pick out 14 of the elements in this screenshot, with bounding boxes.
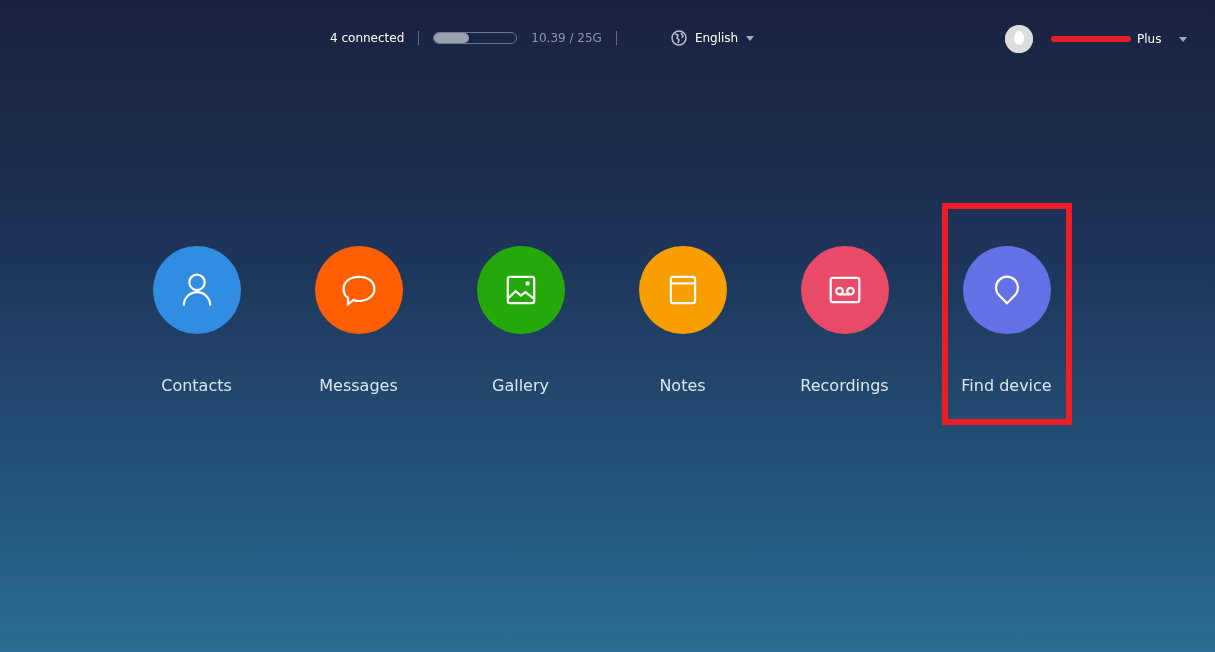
app-label[interactable]: Contacts [161,376,232,395]
app-label[interactable]: Find device [961,376,1052,395]
account-name[interactable]: Plus [1137,32,1162,46]
caret-icon[interactable] [746,35,755,41]
app-label[interactable]: Recordings [800,376,889,395]
app-label[interactable]: Messages [319,376,398,395]
globe-icon[interactable] [670,30,687,46]
app-label[interactable]: Notes [659,376,706,395]
caret-icon[interactable] [1179,36,1188,42]
avatar-icon[interactable] [1005,25,1033,53]
language-selector[interactable]: English [694,31,739,45]
storage-reading: 10.39 / 25G [531,31,602,45]
connected-count: 4 connected [330,31,405,45]
app-label[interactable]: Gallery [492,376,549,395]
